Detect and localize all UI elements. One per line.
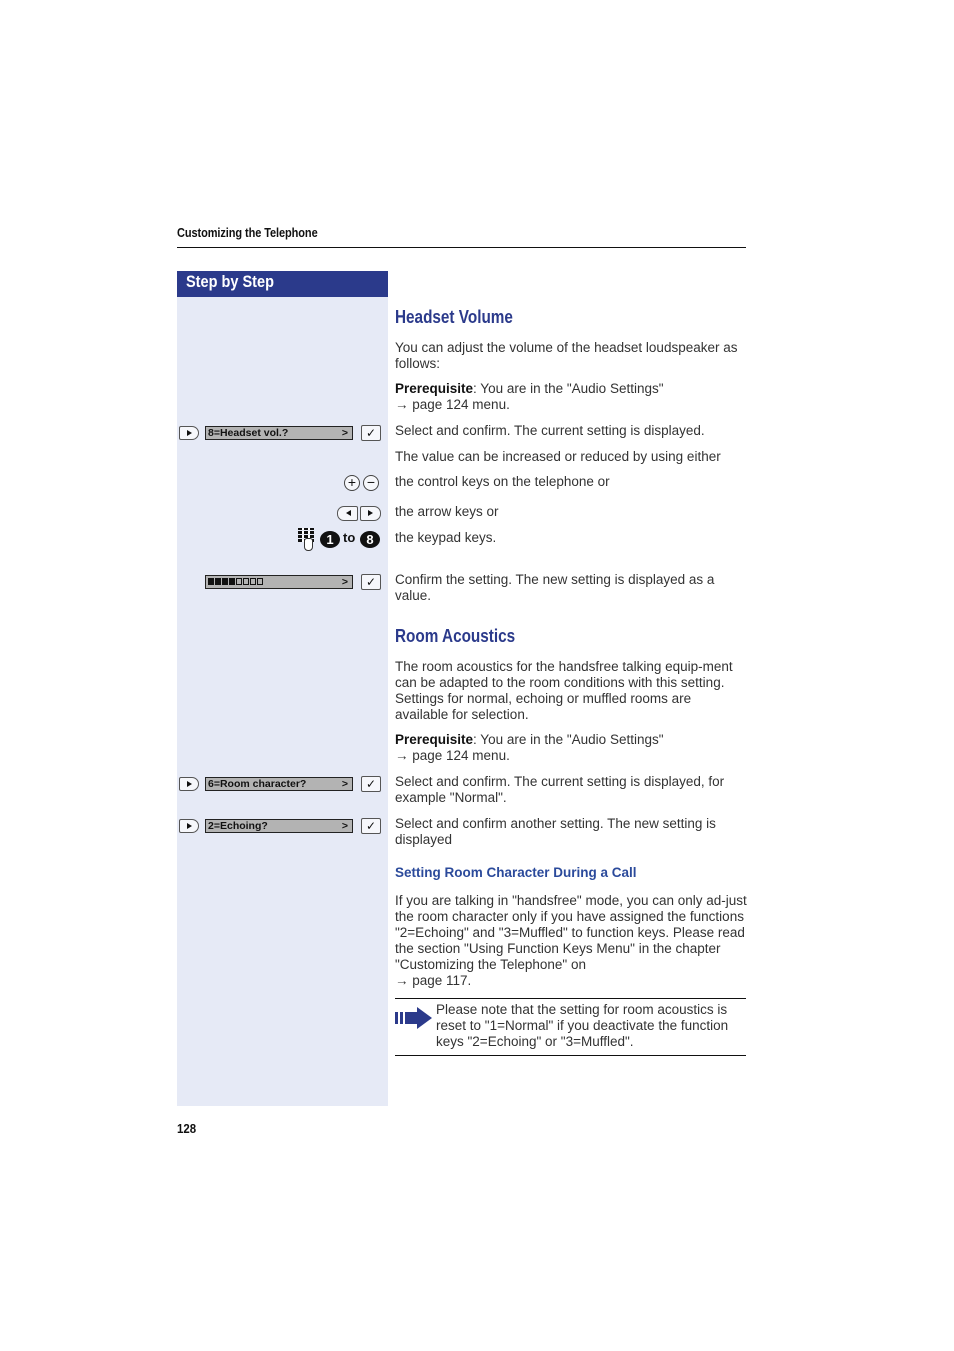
room-step-select: Select and confirm. The current setting … — [395, 774, 725, 805]
next-arrow-icon: > — [341, 778, 348, 790]
key-1-icon[interactable]: 1 — [320, 531, 340, 548]
volume-segment-empty — [236, 578, 242, 585]
plus-key-icon[interactable]: + — [344, 475, 360, 491]
key-8-icon[interactable]: 8 — [360, 531, 380, 548]
headset-step-select: Select and confirm. The current setting … — [395, 423, 705, 438]
display-echoing: 2=Echoing? > — [205, 819, 353, 833]
left-arrow-key-icon[interactable] — [337, 506, 358, 521]
room-prerequisite: Prerequisite: You are in the "Audio Sett… — [395, 732, 747, 764]
volume-segment-filled — [229, 578, 235, 585]
prerequisite-text: : You are in the "Audio Settings" — [473, 381, 664, 396]
next-arrow-icon: > — [341, 427, 348, 439]
select-key-icon[interactable] — [179, 819, 199, 833]
header-rule — [177, 247, 746, 248]
display-volume-level: > — [205, 575, 353, 589]
volume-segment-filled — [208, 578, 214, 585]
control-keys-text: the control keys on the telephone or — [395, 474, 610, 489]
volume-segment-filled — [215, 578, 221, 585]
display-headset-vol: 8=Headset vol.? > — [205, 426, 353, 440]
headset-prerequisite: Prerequisite: You are in the "Audio Sett… — [395, 381, 747, 413]
prerequisite-label: Prerequisite — [395, 381, 474, 396]
during-call-body: If you are talking in "handsfree" mode, … — [395, 893, 747, 989]
note-text: Please note that the setting for room ac… — [436, 1002, 729, 1049]
keypad-range-to: to — [343, 530, 356, 545]
keypad-icon — [298, 528, 314, 551]
step-by-step-sidebar — [177, 297, 388, 1106]
room-acoustics-intro: The room acoustics for the handsfree tal… — [395, 659, 733, 722]
select-key-icon[interactable] — [179, 426, 199, 440]
page-ref-link[interactable]: → page 124 menu. — [395, 397, 510, 412]
headset-volume-intro: You can adjust the volume of the headset… — [395, 340, 738, 371]
confirm-check-icon[interactable]: ✓ — [361, 574, 381, 590]
display-text: 8=Headset vol.? — [208, 427, 289, 439]
room-acoustics-heading: Room Acoustics — [395, 626, 516, 646]
page-number: 128 — [177, 1121, 197, 1136]
volume-segment-empty — [250, 578, 256, 585]
right-arrow-key-icon[interactable] — [360, 506, 381, 521]
note-rule-top — [395, 998, 746, 999]
page-ref-link[interactable]: → page 124 menu. — [395, 748, 510, 763]
volume-segment-filled — [222, 578, 228, 585]
step-by-step-title: Step by Step — [186, 273, 274, 291]
volume-segment-empty — [243, 578, 249, 585]
prerequisite-text: : You are in the "Audio Settings" — [473, 732, 664, 747]
headset-value-text: The value can be increased or reduced by… — [395, 449, 721, 464]
note-arrow-icon — [395, 1007, 433, 1029]
display-room-character: 6=Room character? > — [205, 777, 353, 791]
volume-segment-empty — [257, 578, 263, 585]
next-arrow-icon: > — [341, 820, 348, 832]
prerequisite-label: Prerequisite — [395, 732, 474, 747]
confirm-check-icon[interactable]: ✓ — [361, 425, 381, 441]
headset-volume-heading: Headset Volume — [395, 307, 513, 327]
page-ref-link[interactable]: → page 117. — [395, 973, 471, 988]
keypad-keys-text: the keypad keys. — [395, 530, 497, 545]
display-text: 2=Echoing? — [208, 820, 268, 832]
volume-level-bar — [208, 578, 263, 585]
note-rule-bottom — [395, 1055, 746, 1056]
confirm-check-icon[interactable]: ✓ — [361, 818, 381, 834]
room-step-another: Select and confirm another setting. The … — [395, 816, 716, 847]
headset-confirm-text: Confirm the setting. The new setting is … — [395, 572, 715, 603]
chapter-title: Customizing the Telephone — [177, 226, 318, 240]
during-call-heading: Setting Room Character During a Call — [395, 865, 637, 880]
display-text: 6=Room character? — [208, 778, 307, 790]
confirm-check-icon[interactable]: ✓ — [361, 776, 381, 792]
select-key-icon[interactable] — [179, 777, 199, 791]
arrow-keys-text: the arrow keys or — [395, 504, 499, 519]
during-call-text: If you are talking in "handsfree" mode, … — [395, 893, 747, 972]
next-arrow-icon: > — [341, 576, 348, 588]
minus-key-icon[interactable]: − — [363, 475, 379, 491]
